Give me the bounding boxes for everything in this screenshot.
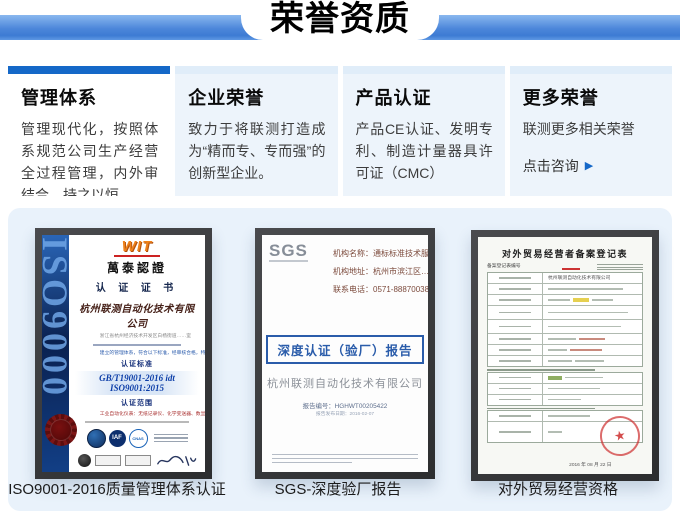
iaf-logo-icon: IAF bbox=[109, 430, 126, 447]
feature-heading: 更多荣誉 bbox=[523, 84, 659, 110]
table-row bbox=[488, 294, 642, 305]
feature-tabs: 管理体系 管理现代化，按照体系规范公司生产经营全过程管理，内外审结合，持之以恒。… bbox=[8, 66, 672, 196]
tab-product-certification[interactable]: 产品认证 产品CE认证、发明专利、制造计量器具许可证（CMC） bbox=[343, 66, 505, 196]
form-section-line bbox=[487, 408, 595, 410]
scope-label: 认证范围 bbox=[75, 398, 199, 408]
report-date: 报告发布日期：2016-02-07 bbox=[295, 411, 395, 415]
registration-number-value bbox=[562, 268, 580, 270]
form-header-notes bbox=[597, 264, 643, 270]
table-row: 杭州联测自动化技术有限公司 bbox=[488, 273, 642, 283]
wit-logo-underline bbox=[114, 255, 160, 257]
feature-heading: 产品认证 bbox=[356, 84, 492, 110]
standard-label: 认证标准 bbox=[75, 359, 199, 369]
sgs-agency-info: 机构名称：通标标准技术服务有限公司杭州分公司 机构地址：杭州市滨江区……产品园9… bbox=[333, 243, 421, 297]
wit-globe-icon bbox=[87, 429, 106, 448]
certificate-iso9001: ISO9000 WIT 萬泰認證 认 证 证 书 杭州联测自动化技术有限公司 浙… bbox=[35, 228, 212, 479]
certificates-panel: ISO9000 WIT 萬泰認證 认 证 证 书 杭州联测自动化技术有限公司 浙… bbox=[8, 208, 672, 511]
cnas-logo-icon: CNAS bbox=[129, 429, 148, 448]
form-section-line bbox=[487, 369, 595, 371]
feature-body: 管理现代化，按照体系规范公司生产经营全过程管理，内外审结合，持之以恒。 bbox=[21, 118, 158, 196]
tab-company-honors[interactable]: 企业荣誉 致力于将联测打造成为“精而专、专而强”的创新型企业。 bbox=[175, 66, 337, 196]
agency-name-line: 机构名称：通标标准技术服务有限公司杭州分公司 bbox=[333, 249, 428, 258]
company-address: 浙江省杭州经济技术开发区白杨街道……室 bbox=[100, 333, 174, 337]
play-arrow-icon: ▶ bbox=[585, 159, 593, 173]
active-tab-bar bbox=[8, 66, 170, 74]
red-rosette-seal-icon bbox=[45, 414, 77, 446]
form-table: 杭州联测自动化技术有限公司 bbox=[487, 272, 643, 367]
table-row bbox=[488, 355, 642, 366]
logo-side-text-lines bbox=[154, 434, 188, 443]
emblem-icon bbox=[78, 454, 91, 467]
certificate-sgs: SGS 机构名称：通标标准技术服务有限公司杭州分公司 机构地址：杭州市滨江区……… bbox=[255, 228, 435, 479]
stamp-box bbox=[95, 455, 121, 466]
consult-link[interactable]: 点击咨询 ▶ bbox=[523, 156, 659, 176]
wit-logo: WIT bbox=[75, 240, 199, 254]
table-row bbox=[488, 394, 642, 405]
caption-iso9001: ISO9001-2016质量管理体系认证 bbox=[8, 478, 226, 499]
highlight-chip bbox=[573, 298, 589, 302]
report-title-box: 深度认证（验厂）报告 bbox=[266, 335, 423, 364]
registration-number-label: 备案登记表编号 bbox=[487, 263, 521, 267]
highlight-chip bbox=[548, 376, 562, 380]
table-row bbox=[488, 305, 642, 319]
table-row bbox=[488, 333, 642, 344]
stamp-box bbox=[125, 455, 151, 466]
feature-heading: 管理体系 bbox=[21, 84, 157, 110]
table-row bbox=[488, 319, 642, 333]
feature-heading: 企业荣誉 bbox=[188, 84, 324, 110]
audited-company-name: 杭州联测自动化技术有限公司 bbox=[262, 375, 428, 391]
company-name-cell: 杭州联测自动化技术有限公司 bbox=[548, 275, 610, 279]
certificate-notice: 建立的管理体系，符合以下标准，经审核合格，特发此证。 bbox=[100, 350, 174, 354]
form-date: 2016 年 08 月 22 日 bbox=[569, 462, 611, 466]
trade-form-page: 对外贸易经营者备案登记表 备案登记表编号 杭州联测自动化技术有限公司 bbox=[478, 237, 652, 474]
title-tab: 荣誉资质 bbox=[241, 0, 439, 40]
certificate-trade-registration: 对外贸易经营者备案登记表 备案登记表编号 杭州联测自动化技术有限公司 bbox=[471, 230, 659, 481]
tab-more-honors[interactable]: 更多荣誉 联测更多相关荣誉 点击咨询 ▶ bbox=[510, 66, 672, 196]
credit-code-line bbox=[93, 344, 181, 346]
certificate-doc-title: 认 证 证 书 bbox=[75, 279, 199, 294]
form-title: 对外贸易经营者备案登记表 bbox=[478, 247, 652, 260]
sgs-logo: SGS bbox=[269, 243, 308, 262]
certified-company-name: 杭州联测自动化技术有限公司 bbox=[75, 300, 199, 330]
feature-body: 产品CE认证、发明专利、制造计量器具许可证（CMC） bbox=[356, 118, 493, 184]
tab-management-system[interactable]: 管理体系 管理现代化，按照体系规范公司生产经营全过程管理，内外审结合，持之以恒。 bbox=[8, 66, 170, 196]
consult-link-label: 点击咨询 bbox=[523, 156, 579, 176]
page-title: 荣誉资质 bbox=[270, 0, 410, 38]
table-row bbox=[488, 373, 642, 383]
accreditation-logos: IAF CNAS bbox=[75, 429, 199, 448]
tab-bar bbox=[510, 66, 672, 74]
feature-body: 联测更多相关荣誉 bbox=[523, 118, 660, 140]
standard-number: GB/T19001-2016 idt ISO9001:2015 bbox=[75, 371, 199, 395]
seal-star-icon: ★ bbox=[613, 427, 628, 445]
details-line bbox=[85, 421, 189, 423]
fine-print-lines bbox=[272, 451, 418, 463]
certifier-name: 萬泰認證 bbox=[75, 259, 199, 276]
tab-bar bbox=[343, 66, 505, 74]
scope-text: 工业自动化仪表：无纸记录仪、化学变送器、数显控制器的生产 bbox=[100, 411, 174, 415]
signature-icon bbox=[155, 453, 197, 469]
agency-address-line: 机构地址：杭州市滨江区……产品园9号楼3楼 bbox=[333, 267, 428, 276]
iso9000-vertical-text: ISO9000 bbox=[42, 237, 70, 399]
caption-trade: 对外贸易经营资格 bbox=[458, 478, 658, 499]
sgs-report-page: SGS 机构名称：通标标准技术服务有限公司杭州分公司 机构地址：杭州市滨江区……… bbox=[262, 235, 428, 472]
iso-certificate-page: ISO9000 WIT 萬泰認證 认 证 证 书 杭州联测自动化技术有限公司 浙… bbox=[42, 235, 205, 472]
table-row bbox=[488, 344, 642, 355]
caption-sgs: SGS-深度验厂报告 bbox=[238, 478, 438, 499]
report-number: 报告编号：HGHWT00205422 bbox=[279, 402, 412, 408]
table-row bbox=[488, 383, 642, 394]
feature-body: 致力于将联测打造成为“精而专、专而强”的创新型企业。 bbox=[188, 118, 325, 184]
form-table bbox=[487, 372, 643, 406]
tab-bar bbox=[175, 66, 337, 74]
table-row bbox=[488, 283, 642, 294]
agency-phone-line: 联系电话：0571-88870038 bbox=[333, 285, 428, 294]
